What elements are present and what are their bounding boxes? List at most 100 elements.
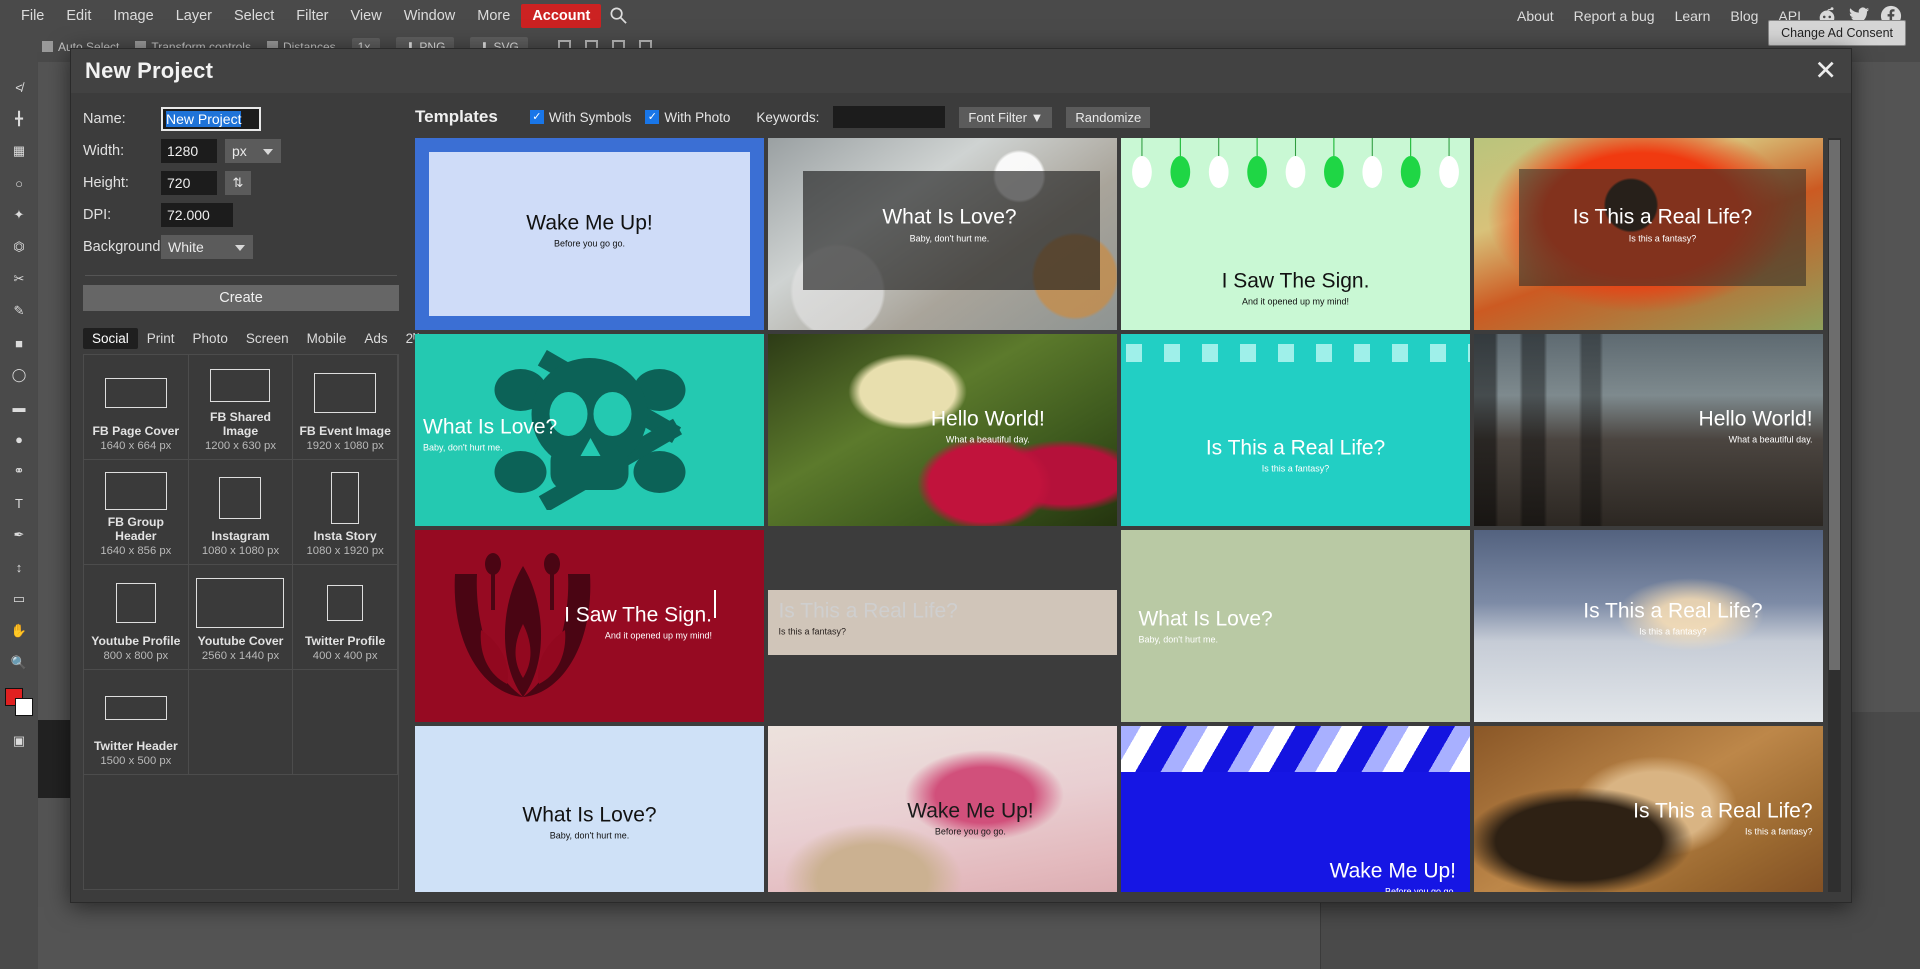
template-card[interactable]: Hello World!What a beautiful day.: [1474, 334, 1823, 526]
template-card[interactable]: What Is Love? Baby, don't hurt me.: [415, 726, 764, 892]
shape-tool-icon[interactable]: ▭: [7, 588, 31, 610]
zoom-tool-icon[interactable]: 🔍: [7, 652, 31, 674]
preset-item[interactable]: Insta Story1080 x 1920 px: [293, 460, 398, 565]
menu-filter[interactable]: Filter: [285, 4, 339, 28]
menu-view[interactable]: View: [340, 4, 393, 28]
background-select-wrap: WhiteTransparentBlackCustom: [161, 235, 253, 259]
template-card[interactable]: Is This a Real Life?Is this a fantasy?: [1474, 726, 1823, 892]
template-title: What Is Love?: [415, 803, 764, 827]
menu-edit[interactable]: Edit: [55, 4, 102, 28]
preset-item[interactable]: FB Event Image1920 x 1080 px: [293, 355, 398, 460]
template-card[interactable]: Wake Me Up!Before you go go.: [415, 138, 764, 330]
eyedropper-tool-icon[interactable]: ✂: [7, 268, 31, 290]
preset-item[interactable]: Twitter Header1500 x 500 px: [84, 670, 189, 775]
preset-tab-social[interactable]: Social: [83, 328, 138, 349]
template-text-block: Is This a Real Life?Is this a fantasy?: [1121, 436, 1470, 473]
preset-item[interactable]: FB Page Cover1640 x 664 px: [84, 355, 189, 460]
template-subtitle: Baby, don't hurt me.: [415, 830, 764, 840]
search-icon[interactable]: [609, 6, 628, 25]
template-subtitle: Is this a fantasy?: [1558, 827, 1813, 837]
dodge-tool-icon[interactable]: ⚭: [7, 460, 31, 482]
color-swatches[interactable]: [5, 688, 33, 720]
preset-item[interactable]: Twitter Profile400 x 400 px: [293, 565, 398, 670]
change-ad-consent-button[interactable]: Change Ad Consent: [1768, 20, 1906, 46]
with-symbols-checkbox[interactable]: ✓ With Symbols: [530, 110, 632, 125]
template-card[interactable]: Is This a Real Life?Is this a fantasy?: [1474, 138, 1823, 330]
unit-select[interactable]: pxcmmmin: [225, 139, 281, 163]
preset-item[interactable]: FB Shared Image1200 x 630 px: [189, 355, 294, 460]
link-blog[interactable]: Blog: [1721, 4, 1767, 28]
template-card[interactable]: Wake Me Up!Before you go go.: [768, 726, 1117, 892]
menu-window[interactable]: Window: [393, 4, 467, 28]
text-tool-icon[interactable]: T: [7, 492, 31, 514]
dpi-input[interactable]: [161, 203, 233, 227]
stamp-tool-icon[interactable]: ■: [7, 332, 31, 354]
template-text-block: What Is Love?Baby, don't hurt me.: [1138, 607, 1456, 644]
eraser-tool-icon[interactable]: ◯: [7, 364, 31, 386]
with-photo-checkbox[interactable]: ✓ With Photo: [645, 110, 730, 125]
gradient-tool-icon[interactable]: ▬: [7, 396, 31, 418]
menu-file[interactable]: File: [10, 4, 55, 28]
template-card[interactable]: I Saw The Sign.And it opened up my mind!: [1121, 138, 1470, 330]
font-filter-dropdown[interactable]: Font Filter ▼: [959, 107, 1052, 128]
menu-image[interactable]: Image: [102, 4, 164, 28]
template-card[interactable]: Hello World!What a beautiful day.: [768, 334, 1117, 526]
blur-tool-icon[interactable]: ●: [7, 428, 31, 450]
template-card[interactable]: Is This a Real Life?Is this a fantasy?: [768, 530, 1117, 722]
marquee-tool-icon[interactable]: ▦: [7, 140, 31, 162]
randomize-button[interactable]: Randomize: [1066, 107, 1150, 128]
template-card[interactable]: Is This a Real Life?Is this a fantasy?: [1474, 530, 1823, 722]
template-subtitle: What a beautiful day.: [1572, 435, 1813, 445]
keywords-input[interactable]: [833, 106, 945, 128]
template-title: Wake Me Up!: [1330, 859, 1456, 883]
template-title: Wake Me Up!: [415, 211, 764, 235]
preset-tab-screen[interactable]: Screen: [237, 328, 298, 349]
width-input[interactable]: [161, 139, 217, 163]
template-card[interactable]: Is This a Real Life?Is this a fantasy?: [1121, 334, 1470, 526]
hand-tool-icon[interactable]: ✋: [7, 620, 31, 642]
template-card[interactable]: I Saw The Sign.And it opened up my mind!: [415, 530, 764, 722]
preset-tab-photo[interactable]: Photo: [184, 328, 237, 349]
preset-tab-print[interactable]: Print: [138, 328, 184, 349]
template-subtitle: Baby, don't hurt me.: [423, 442, 557, 452]
link-learn[interactable]: Learn: [1666, 4, 1720, 28]
brush-tool-icon[interactable]: ✎: [7, 300, 31, 322]
preset-tab-ads[interactable]: Ads: [355, 328, 396, 349]
crop-tool-icon[interactable]: ⏣: [7, 236, 31, 258]
pen-tool-icon[interactable]: ✒: [7, 524, 31, 546]
template-card[interactable]: What Is Love?Baby, don't hurt me.: [768, 138, 1117, 330]
lasso-tool-icon[interactable]: ○: [7, 172, 31, 194]
create-button[interactable]: Create: [83, 285, 399, 311]
magicwand-tool-icon[interactable]: ✦: [7, 204, 31, 226]
template-card[interactable]: What Is Love?Baby, don't hurt me.: [1121, 530, 1470, 722]
height-input[interactable]: [161, 171, 217, 195]
template-subtitle: What a beautiful day.: [873, 435, 1103, 445]
preset-item[interactable]: Youtube Cover2560 x 1440 px: [189, 565, 294, 670]
transform-tool-icon[interactable]: ╋: [7, 108, 31, 130]
templates-title: Templates: [415, 107, 498, 127]
measure-tool-icon[interactable]: ↕: [7, 556, 31, 578]
node-tool-icon[interactable]: ≮: [7, 76, 31, 98]
menu-bar: File Edit Image Layer Select Filter View…: [0, 0, 1920, 31]
preset-tab-mobile[interactable]: Mobile: [298, 328, 356, 349]
preset-item[interactable]: Youtube Profile800 x 800 px: [84, 565, 189, 670]
quickmask-tool-icon[interactable]: ▣: [7, 730, 31, 752]
background-color[interactable]: [15, 698, 33, 716]
swap-vertical-icon[interactable]: ⇅: [225, 171, 251, 195]
template-text-block: Wake Me Up!Before you go go.: [415, 211, 764, 248]
menu-more[interactable]: More: [466, 4, 521, 28]
menu-account[interactable]: Account: [521, 4, 601, 28]
scrollbar-thumb[interactable]: [1829, 140, 1840, 670]
templates-scrollbar[interactable]: [1828, 138, 1841, 892]
template-card[interactable]: Wake Me Up!Before you go go.: [1121, 726, 1470, 892]
project-name-input[interactable]: [161, 107, 261, 131]
menu-select[interactable]: Select: [223, 4, 285, 28]
template-card[interactable]: What Is Love?Baby, don't hurt me.: [415, 334, 764, 526]
link-report-a-bug[interactable]: Report a bug: [1565, 4, 1664, 28]
background-select[interactable]: WhiteTransparentBlackCustom: [161, 235, 253, 259]
close-icon[interactable]: ✕: [1814, 58, 1837, 85]
preset-item[interactable]: FB Group Header1640 x 856 px: [84, 460, 189, 565]
menu-layer[interactable]: Layer: [165, 4, 223, 28]
preset-item[interactable]: Instagram1080 x 1080 px: [189, 460, 294, 565]
link-about[interactable]: About: [1508, 4, 1563, 28]
